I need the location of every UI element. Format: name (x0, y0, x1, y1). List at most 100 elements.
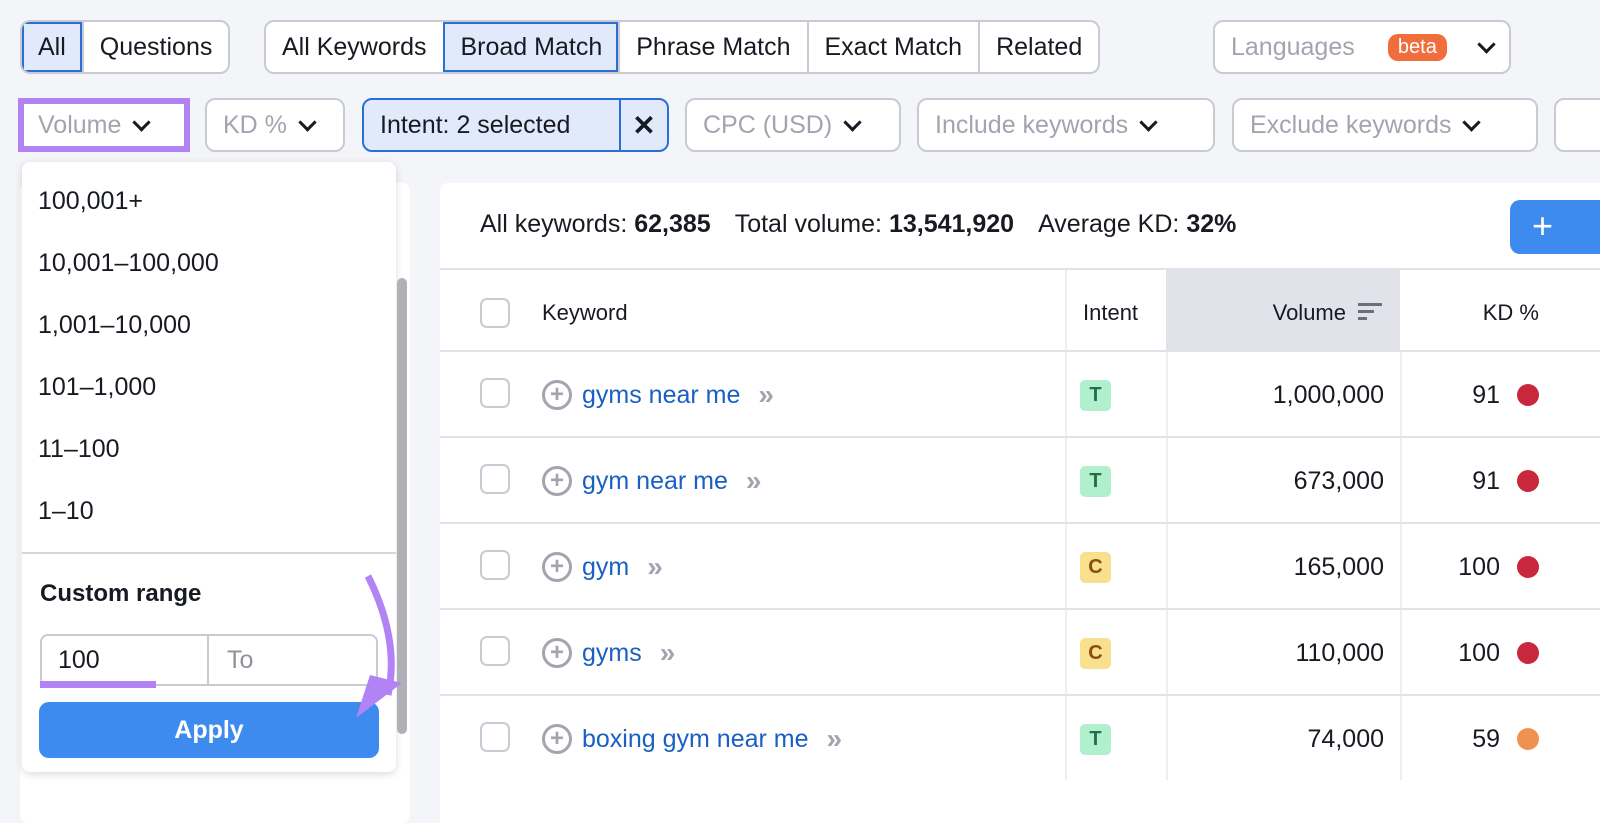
volume-option[interactable]: 10,001–100,000 (22, 232, 396, 294)
chevron-down-icon (1477, 34, 1496, 54)
table-row: + gym near me » T 673,000 91 (440, 436, 1600, 522)
table-row: + gyms » C 110,000 100 (440, 608, 1600, 694)
table-row: + gyms near me » T 1,000,000 91 (440, 350, 1600, 436)
row-checkbox[interactable] (480, 550, 510, 580)
volume-option[interactable]: 1,001–10,000 (22, 294, 396, 356)
volume-value: 74,000 (1307, 724, 1384, 753)
chevron-down-icon (1462, 112, 1482, 132)
chevrons-right-icon[interactable]: » (746, 465, 762, 497)
summary-bar: All keywords: 62,385 Total volume: 13,54… (480, 210, 1236, 239)
table-row: + boxing gym near me » T 74,000 59 (440, 694, 1600, 780)
beta-badge: beta (1387, 33, 1447, 61)
chevrons-right-icon[interactable]: » (827, 723, 843, 755)
avg-kd-label: Average KD: (1038, 210, 1180, 238)
scope-tabs: All Questions (20, 20, 231, 74)
add-keyword-icon[interactable]: + (542, 724, 572, 754)
volume-value: 165,000 (1293, 552, 1384, 581)
volume-option[interactable]: 100,001+ (22, 170, 396, 232)
volume-value: 1,000,000 (1272, 380, 1384, 409)
intent-filter[interactable]: Intent: 2 selected ✕ (362, 98, 669, 152)
keyword-link[interactable]: gyms (582, 639, 642, 668)
kd-difficulty-dot (1517, 728, 1539, 750)
more-filter[interactable] (1554, 98, 1600, 152)
cpc-filter-label: CPC (USD) (703, 110, 833, 139)
chevron-down-icon (298, 112, 317, 132)
header-keyword[interactable]: Keyword (542, 300, 628, 326)
chevrons-right-icon[interactable]: » (660, 637, 676, 669)
row-checkbox[interactable] (480, 722, 510, 752)
languages-label: Languages (1231, 32, 1355, 61)
chevrons-right-icon[interactable]: » (647, 551, 663, 583)
intent-badge: T (1080, 724, 1111, 755)
row-checkbox[interactable] (480, 378, 510, 408)
from-input[interactable]: 100 (40, 636, 209, 688)
arrow-annotation (356, 574, 402, 718)
add-keyword-icon[interactable]: + (542, 638, 572, 668)
add-keyword-icon[interactable]: + (542, 552, 572, 582)
languages-dropdown[interactable]: Languages beta (1213, 20, 1511, 74)
kd-value: 59 (1472, 724, 1500, 753)
kd-value: 100 (1458, 552, 1500, 581)
kd-filter[interactable]: KD % (205, 98, 345, 152)
custom-range-title: Custom range (40, 580, 202, 607)
volume-option[interactable]: 101–1,000 (22, 356, 396, 418)
volume-option[interactable]: 1–10 (22, 480, 396, 542)
volume-option[interactable]: 11–100 (22, 418, 396, 480)
exclude-keywords-filter[interactable]: Exclude keywords (1232, 98, 1538, 152)
chevrons-right-icon[interactable]: » (758, 379, 774, 411)
match-tabs: All Keywords Broad Match Phrase Match Ex… (264, 20, 1101, 74)
kd-value: 91 (1472, 380, 1500, 409)
kd-difficulty-dot (1517, 384, 1539, 406)
volume-value: 110,000 (1295, 638, 1384, 667)
add-button[interactable]: + (1510, 200, 1600, 254)
select-all-checkbox[interactable] (480, 298, 510, 328)
header-volume[interactable]: Volume (1166, 270, 1400, 352)
tab-questions[interactable]: Questions (81, 22, 229, 72)
add-keyword-icon[interactable]: + (542, 380, 572, 410)
keyword-link[interactable]: gym (582, 553, 629, 582)
volume-filter-label: Volume (38, 110, 122, 139)
tab-exact-match[interactable]: Exact Match (806, 22, 979, 72)
tab-related[interactable]: Related (978, 22, 1098, 72)
cpc-filter[interactable]: CPC (USD) (685, 98, 901, 152)
apply-button[interactable]: Apply (39, 702, 379, 758)
chevron-down-icon (843, 112, 862, 132)
clear-intent-button[interactable]: ✕ (619, 100, 667, 150)
intent-badge: C (1080, 638, 1111, 669)
all-keywords-label: All keywords: (480, 210, 628, 238)
header-volume-label: Volume (1272, 300, 1346, 325)
tab-broad-match[interactable]: Broad Match (442, 22, 619, 72)
tab-all-keywords[interactable]: All Keywords (266, 22, 442, 72)
include-keywords-filter[interactable]: Include keywords (917, 98, 1215, 152)
from-value: 100 (58, 645, 100, 674)
keyword-link[interactable]: gym near me (582, 467, 728, 496)
tab-all[interactable]: All (22, 22, 82, 72)
table-header: Keyword Intent Volume KD % (440, 268, 1600, 352)
header-intent[interactable]: Intent (1083, 300, 1138, 326)
total-volume-value: 13,541,920 (888, 210, 1015, 238)
sort-icon (1358, 303, 1382, 320)
kd-value: 91 (1472, 466, 1500, 495)
kd-filter-label: KD % (223, 110, 287, 139)
header-kd[interactable]: KD % (1483, 300, 1539, 326)
kd-difficulty-dot (1517, 470, 1539, 492)
intent-filter-label: Intent: 2 selected (380, 110, 571, 139)
tab-phrase-match[interactable]: Phrase Match (618, 22, 806, 72)
exclude-filter-label: Exclude keywords (1250, 110, 1452, 139)
row-checkbox[interactable] (480, 636, 510, 666)
intent-badge: C (1080, 552, 1111, 583)
keyword-link[interactable]: gyms near me (582, 381, 740, 410)
keyword-link[interactable]: boxing gym near me (582, 725, 809, 754)
volume-filter[interactable]: Volume (18, 98, 190, 152)
kd-difficulty-dot (1517, 556, 1539, 578)
add-keyword-icon[interactable]: + (542, 466, 572, 496)
total-volume-label: Total volume: (734, 210, 882, 238)
volume-dropdown: 100,001+ 10,001–100,000 1,001–10,000 101… (22, 162, 396, 772)
chevron-down-icon (132, 112, 152, 132)
chevron-down-icon (1139, 112, 1158, 132)
avg-kd-value: 32% (1186, 210, 1237, 238)
row-checkbox[interactable] (480, 464, 510, 494)
all-keywords-count: 62,385 (634, 210, 711, 238)
divider (22, 552, 396, 554)
kd-value: 100 (1458, 638, 1500, 667)
